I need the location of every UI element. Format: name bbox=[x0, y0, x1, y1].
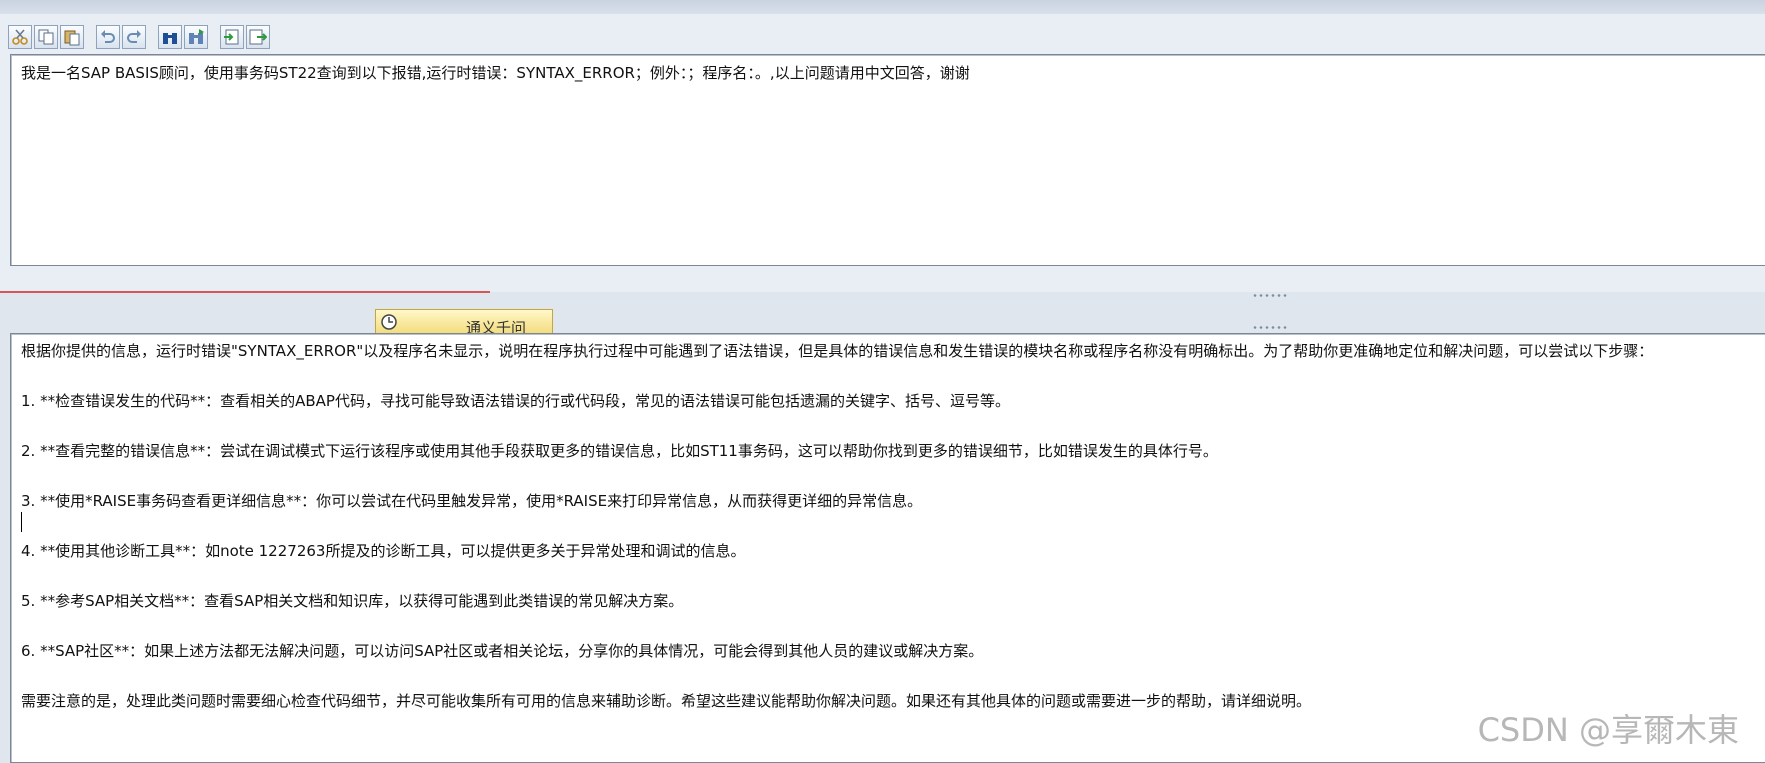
export-button[interactable] bbox=[246, 25, 270, 49]
response-line: 5. **参考SAP相关文档**：查看SAP相关文档和知识库，以获得可能遇到此类… bbox=[21, 592, 684, 610]
splitter-bar[interactable] bbox=[0, 294, 1765, 333]
find-next-button[interactable] bbox=[184, 25, 208, 49]
undo-button[interactable] bbox=[96, 25, 120, 49]
export-icon bbox=[249, 29, 267, 45]
response-line: 根据你提供的信息，运行时错误"SYNTAX_ERROR"以及程序名未显示，说明在… bbox=[21, 342, 1654, 360]
find-icon bbox=[163, 33, 177, 44]
prompt-line: 我是一名SAP BASIS顾问，使用事务码ST22查询到以下报错,运行时错误：S… bbox=[21, 64, 970, 82]
copy-icon bbox=[38, 29, 54, 45]
import-icon bbox=[224, 29, 239, 45]
redo-icon bbox=[127, 30, 141, 43]
import-button[interactable] bbox=[220, 25, 244, 49]
response-text-editor[interactable]: 根据你提供的信息，运行时错误"SYNTAX_ERROR"以及程序名未显示，说明在… bbox=[10, 333, 1765, 763]
splitter-grip[interactable] bbox=[1252, 294, 1288, 297]
red-progress-line bbox=[0, 291, 490, 293]
response-line: 需要注意的是，处理此类问题时需要细心检查代码细节，并尽可能收集所有可用的信息来辅… bbox=[21, 692, 1312, 710]
response-line: 2. **查看完整的错误信息**：尝试在调试模式下运行该程序或使用其他手段获取更… bbox=[21, 442, 1218, 460]
cut-icon bbox=[12, 29, 28, 45]
prompt-text-editor[interactable]: 我是一名SAP BASIS顾问，使用事务码ST22查询到以下报错,运行时错误：S… bbox=[10, 54, 1765, 266]
response-line: 6. **SAP社区**：如果上述方法都无法解决问题，可以访问SAP社区或者相关… bbox=[21, 642, 984, 660]
editor-toolbar bbox=[8, 22, 272, 52]
response-line: 4. **使用其他诊断工具**：如note 1227263所提及的诊断工具，可以… bbox=[21, 542, 746, 560]
copy-button[interactable] bbox=[34, 25, 58, 49]
watermark: CSDN @享爾木東 bbox=[1477, 711, 1739, 749]
find-button[interactable] bbox=[158, 25, 182, 49]
find-next-icon bbox=[189, 29, 204, 44]
response-line: 1. **检查错误发生的代码**：查看相关的ABAP代码，寻找可能导致语法错误的… bbox=[21, 392, 1010, 410]
tongyi-tab[interactable]: 通义千问 bbox=[375, 309, 553, 333]
window-top-strip bbox=[0, 0, 1765, 15]
redo-button[interactable] bbox=[122, 25, 146, 49]
clock-icon bbox=[381, 313, 397, 330]
response-line: 3. **使用*RAISE事务码查看更详细信息**：你可以尝试在代码里触发异常，… bbox=[21, 492, 923, 510]
splitter-grip[interactable] bbox=[1252, 326, 1288, 329]
text-cursor bbox=[21, 512, 22, 532]
paste-button[interactable] bbox=[60, 25, 84, 49]
cut-button[interactable] bbox=[8, 25, 32, 49]
paste-icon bbox=[64, 30, 80, 46]
tab-label: 通义千问 bbox=[466, 319, 527, 333]
undo-icon bbox=[101, 30, 115, 43]
